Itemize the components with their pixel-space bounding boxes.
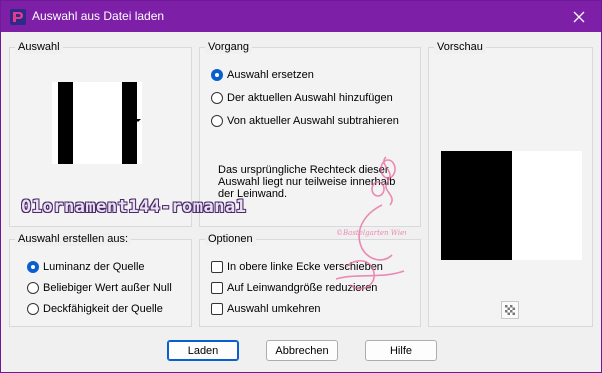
dialog-window: Auswahl aus Datei laden Auswahl Vorgang … <box>0 0 602 373</box>
radio-label: Auswahl ersetzen <box>227 69 314 81</box>
radio-button[interactable] <box>211 92 223 104</box>
thumbnail-bar-right <box>122 82 137 164</box>
ornament-watermark: ©Bastelgarten Wien <box>335 156 406 290</box>
radio-source-luminance[interactable]: Luminanz der Quelle <box>27 261 145 273</box>
close-button[interactable] <box>557 1 601 32</box>
radio-button[interactable] <box>211 115 223 127</box>
checkbox-invert-selection[interactable]: Auswahl umkehren <box>211 303 321 315</box>
checkbox[interactable] <box>211 261 223 273</box>
options-group-legend: Optionen <box>205 232 256 246</box>
dialog-content: Auswahl Vorgang Auswahl ersetzen Der akt… <box>1 32 601 372</box>
help-button[interactable]: Hilfe <box>365 340 437 361</box>
create-from-group: Auswahl erstellen aus: Luminanz der Quel… <box>9 232 192 327</box>
app-icon <box>10 9 26 25</box>
load-button[interactable]: Laden <box>167 340 239 361</box>
transparency-toggle-button[interactable] <box>501 301 519 319</box>
radio-replace-selection[interactable]: Auswahl ersetzen <box>211 69 314 81</box>
operation-group-legend: Vorgang <box>205 40 252 54</box>
preview-group: Vorschau <box>428 40 593 327</box>
cancel-button[interactable]: Abbrechen <box>266 340 338 361</box>
preview-selection-area <box>441 151 512 260</box>
radio-label: Von aktueller Auswahl subtrahieren <box>227 115 399 127</box>
radio-add-to-selection[interactable]: Der aktuellen Auswahl hinzufügen <box>211 92 393 104</box>
radio-label: Der aktuellen Auswahl hinzufügen <box>227 92 393 104</box>
radio-button[interactable] <box>27 261 39 273</box>
radio-label: Luminanz der Quelle <box>43 261 145 273</box>
watermark-text: 01ornament144-romana1 <box>21 197 247 217</box>
thumbnail-bar-left <box>58 82 73 164</box>
radio-button[interactable] <box>27 303 39 315</box>
radio-source-opacity[interactable]: Deckfähigkeit der Quelle <box>27 303 163 315</box>
selection-thumbnail[interactable] <box>52 82 142 164</box>
radio-subtract-from-selection[interactable]: Von aktueller Auswahl subtrahieren <box>211 115 399 127</box>
radio-label: Beliebiger Wert außer Null <box>43 282 172 294</box>
watermark-stamp: ©Bastelgarten Wien <box>336 229 406 237</box>
preview-group-legend: Vorschau <box>434 40 486 54</box>
radio-button[interactable] <box>27 282 39 294</box>
checkbox[interactable] <box>211 282 223 294</box>
window-title: Auswahl aus Datei laden <box>32 9 165 23</box>
close-icon <box>573 11 585 22</box>
create-from-group-legend: Auswahl erstellen aus: <box>15 232 132 246</box>
preview-canvas <box>441 151 582 260</box>
checkbox-label: Auswahl umkehren <box>227 303 321 315</box>
radio-label: Deckfähigkeit der Quelle <box>43 303 163 315</box>
radio-any-nonzero[interactable]: Beliebiger Wert außer Null <box>27 282 172 294</box>
selection-group-legend: Auswahl <box>15 40 63 54</box>
thumbnail-dropdown-icon[interactable] <box>135 119 141 122</box>
checkerboard-icon <box>505 305 515 315</box>
radio-button[interactable] <box>211 69 223 81</box>
checkbox[interactable] <box>211 303 223 315</box>
title-bar: Auswahl aus Datei laden <box>1 1 601 32</box>
